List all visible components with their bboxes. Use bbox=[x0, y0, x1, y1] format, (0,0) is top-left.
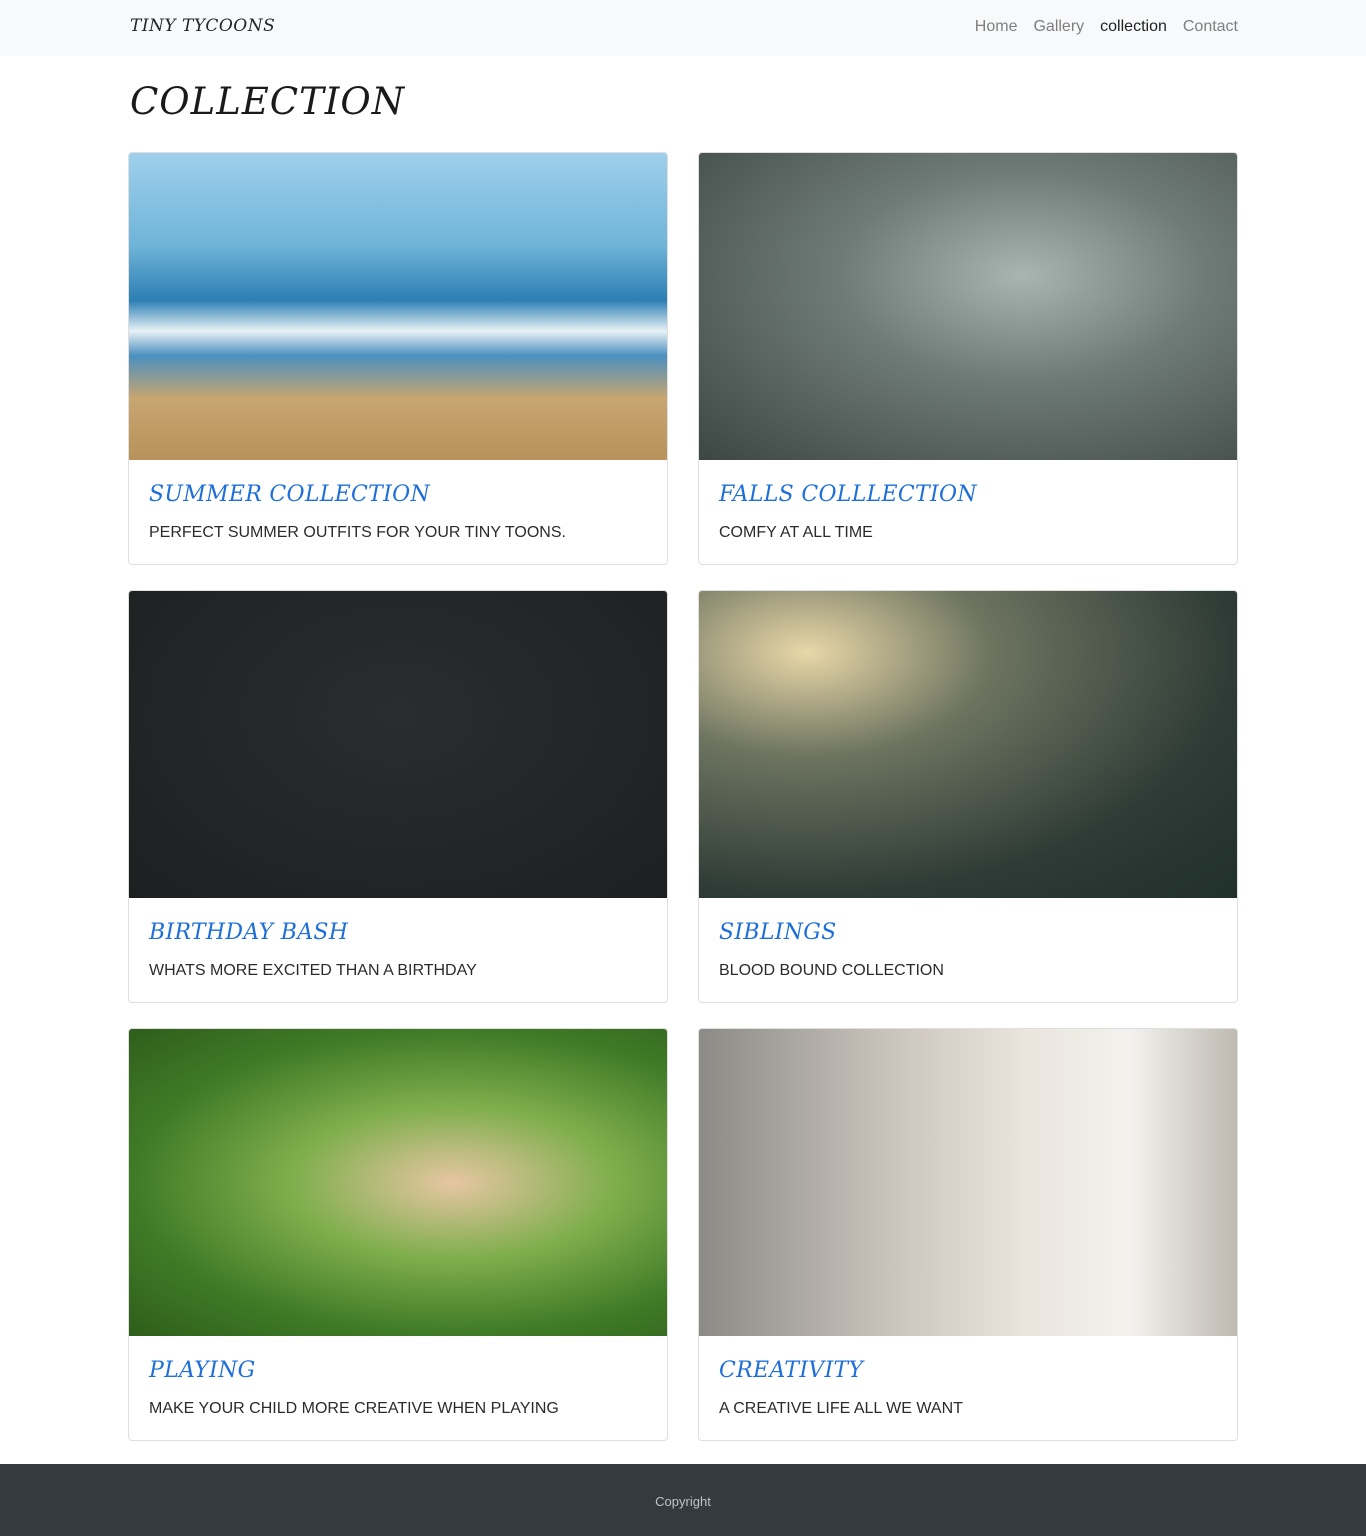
collection-card: FALLS COLLLECTION COMFY AT ALL TIME bbox=[698, 152, 1238, 565]
card-title-link[interactable]: PLAYING bbox=[149, 1358, 647, 1383]
nav-link-gallery[interactable]: Gallery bbox=[1033, 18, 1084, 36]
card-title-link[interactable]: SIBLINGS bbox=[719, 920, 1217, 945]
card-text: MAKE YOUR CHILD MORE CREATIVE WHEN PLAYI… bbox=[149, 1400, 559, 1417]
brand-logo-link[interactable]: TINY TYCOONS bbox=[130, 16, 275, 36]
card-image bbox=[699, 591, 1237, 898]
card-body: BIRTHDAY BASH WHATS MORE EXCITED THAN A … bbox=[129, 898, 667, 980]
nav-link-collection[interactable]: collection bbox=[1100, 18, 1167, 36]
card-title-link[interactable]: CREATIVITY bbox=[719, 1358, 1217, 1383]
card-title-link[interactable]: BIRTHDAY BASH bbox=[149, 920, 647, 945]
collection-card: PLAYING MAKE YOUR CHILD MORE CREATIVE WH… bbox=[128, 1028, 668, 1441]
nav-link-home[interactable]: Home bbox=[975, 18, 1018, 36]
card-text: WHATS MORE EXCITED THAN A BIRTHDAY bbox=[149, 962, 477, 979]
card-title-link[interactable]: FALLS COLLLECTION bbox=[719, 482, 1217, 507]
card-body: SUMMER COLLECTION PERFECT SUMMER OUTFITS… bbox=[129, 460, 667, 542]
copyright-text: Copyright bbox=[655, 1494, 711, 1509]
card-body: PLAYING MAKE YOUR CHILD MORE CREATIVE WH… bbox=[129, 1336, 667, 1418]
card-title-link[interactable]: SUMMER COLLECTION bbox=[149, 482, 647, 507]
collection-card: CREATIVITY A CREATIVE LIFE ALL WE WANT bbox=[698, 1028, 1238, 1441]
card-image bbox=[699, 1029, 1237, 1336]
card-text: BLOOD BOUND COLLECTION bbox=[719, 962, 944, 979]
card-image bbox=[699, 153, 1237, 460]
card-body: FALLS COLLLECTION COMFY AT ALL TIME bbox=[699, 460, 1237, 542]
card-image bbox=[129, 153, 667, 460]
card-image bbox=[129, 1029, 667, 1336]
collection-grid: SUMMER COLLECTION PERFECT SUMMER OUTFITS… bbox=[128, 152, 1238, 1441]
card-body: CREATIVITY A CREATIVE LIFE ALL WE WANT bbox=[699, 1336, 1237, 1418]
nav-link-contact[interactable]: Contact bbox=[1183, 18, 1238, 36]
card-text: PERFECT SUMMER OUTFITS FOR YOUR TINY TOO… bbox=[149, 524, 566, 541]
top-navbar: TINY TYCOONS Home Gallery collection Con… bbox=[0, 0, 1366, 56]
collection-card: SUMMER COLLECTION PERFECT SUMMER OUTFITS… bbox=[128, 152, 668, 565]
card-image bbox=[129, 591, 667, 898]
card-text: A CREATIVE LIFE ALL WE WANT bbox=[719, 1400, 963, 1417]
collection-card: SIBLINGS BLOOD BOUND COLLECTION bbox=[698, 590, 1238, 1003]
card-text: COMFY AT ALL TIME bbox=[719, 524, 873, 541]
nav-links: Home Gallery collection Contact bbox=[975, 18, 1238, 36]
collection-card: BIRTHDAY BASH WHATS MORE EXCITED THAN A … bbox=[128, 590, 668, 1003]
page-footer: Copyright bbox=[0, 1464, 1366, 1536]
page-title: COLLECTION bbox=[130, 80, 406, 123]
card-body: SIBLINGS BLOOD BOUND COLLECTION bbox=[699, 898, 1237, 980]
